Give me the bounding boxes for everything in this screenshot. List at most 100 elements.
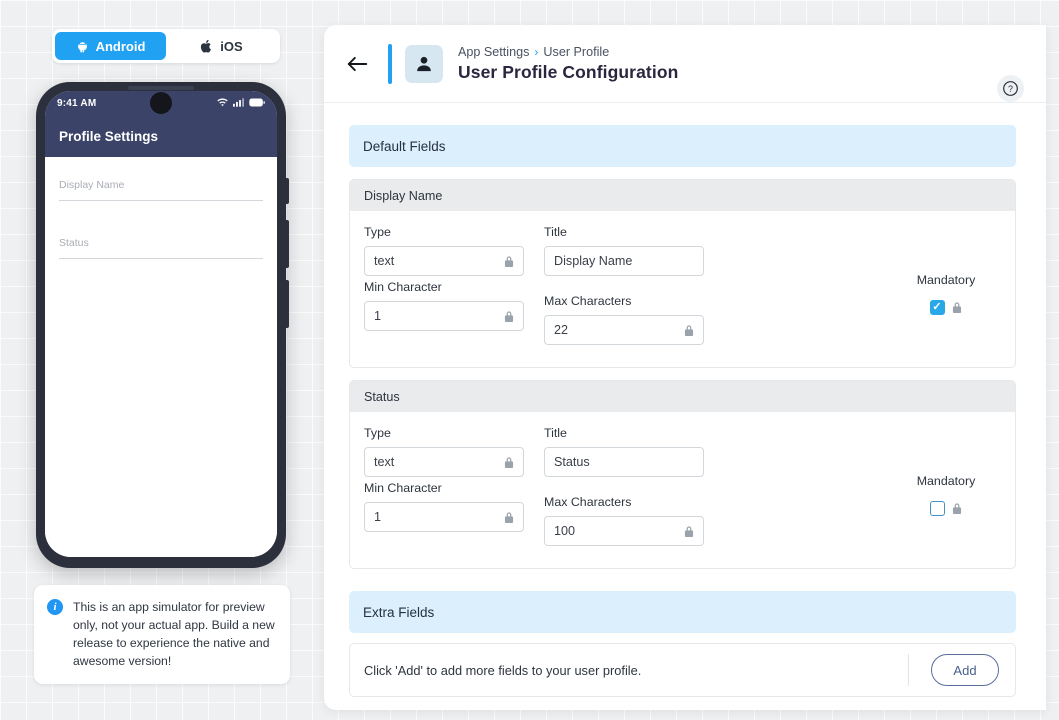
mandatory-label: Mandatory [916, 273, 976, 287]
phone-form-body: Display Name Status [45, 157, 277, 557]
svg-text:?: ? [1008, 84, 1013, 94]
user-avatar-icon [405, 44, 443, 83]
lock-icon [683, 525, 695, 538]
lock-icon [503, 255, 515, 268]
section-banner-default-fields: Default Fields [349, 125, 1016, 167]
help-icon[interactable]: ? [997, 75, 1024, 102]
phone-side-button-mute [286, 178, 289, 204]
field-cell-title: Title Status [544, 426, 704, 477]
extra-fields-card: Click 'Add' to add more fields to your u… [349, 643, 1016, 697]
field-card-header: Display Name [350, 180, 1015, 211]
lock-icon [951, 502, 963, 515]
add-field-button[interactable]: Add [931, 654, 999, 686]
lock-icon [503, 310, 515, 323]
field-label-title: Title [544, 426, 567, 440]
apple-logo-icon [200, 39, 213, 54]
phone-app-bar: Profile Settings [45, 115, 277, 157]
lock-icon [683, 324, 695, 337]
field-card-status: Status Type text Title Status Min Charac… [349, 380, 1016, 569]
header-text-group: App Settings › User Profile User Profile… [458, 45, 678, 83]
section-banner-label: Default Fields [363, 138, 446, 154]
breadcrumb: App Settings › User Profile [458, 45, 678, 59]
lock-icon [503, 456, 515, 469]
field-label-max-characters: Max Characters [544, 495, 632, 509]
field-cell-type: Type text [364, 225, 524, 276]
platform-tab-ios-label: iOS [220, 38, 243, 54]
input-type-value: text [374, 455, 395, 469]
field-cell-title: Title Display Name [544, 225, 704, 276]
input-max-characters[interactable]: 22 [544, 315, 704, 345]
mandatory-column: Mandatory [891, 426, 1001, 550]
field-label-title: Title [544, 225, 567, 239]
field-card-header: Status [350, 381, 1015, 412]
input-min-character-value: 1 [374, 510, 382, 524]
input-max-characters-value: 100 [554, 524, 576, 538]
info-icon: i [47, 599, 63, 615]
field-cell-min-character: Min Character 1 [364, 481, 524, 546]
phone-simulator-frame: 9:41 AM Profile Settings Display Name St… [36, 82, 289, 568]
section-banner-label: Extra Fields [363, 604, 435, 620]
signal-bars-icon [233, 94, 244, 112]
phone-field-label: Status [59, 237, 89, 249]
battery-icon [249, 94, 265, 112]
lock-icon [951, 301, 963, 314]
phone-side-button-volume-down [286, 280, 289, 328]
platform-toggle[interactable]: Android iOS [52, 29, 280, 63]
phone-field-underline [59, 200, 263, 201]
mandatory-checkbox[interactable]: ✓ [929, 300, 945, 315]
page-title: User Profile Configuration [458, 61, 679, 82]
back-arrow-icon[interactable] [340, 47, 374, 81]
platform-tab-ios[interactable]: iOS [166, 32, 277, 60]
wifi-icon [217, 94, 228, 112]
phone-field-label: Display Name [59, 179, 125, 191]
input-type[interactable]: text [364, 246, 524, 276]
breadcrumb-root[interactable]: App Settings [458, 45, 529, 59]
section-banner-extra-fields: Extra Fields [349, 591, 1016, 633]
input-title-value: Display Name [554, 254, 633, 268]
input-min-character-value: 1 [374, 309, 382, 323]
field-label-min-character: Min Character [364, 481, 442, 495]
input-max-characters[interactable]: 100 [544, 516, 704, 546]
field-label-min-character: Min Character [364, 280, 442, 294]
input-min-character[interactable]: 1 [364, 301, 524, 331]
phone-field-display-name[interactable]: Display Name [59, 179, 263, 201]
field-cell-max-characters: Max Characters 22 [544, 294, 704, 345]
phone-camera-notch [150, 92, 172, 114]
simulator-info-text: This is an app simulator for preview onl… [73, 600, 275, 668]
input-min-character[interactable]: 1 [364, 502, 524, 532]
input-type-value: text [374, 254, 395, 268]
field-card-body: Type text Title [350, 412, 1015, 568]
field-card-title: Status [364, 389, 400, 404]
vertical-divider [908, 654, 909, 686]
simulator-column: Android iOS 9:41 AM Profile Settings Dis… [0, 0, 320, 720]
phone-status-time: 9:41 AM [57, 97, 97, 109]
phone-field-status[interactable]: Status [59, 237, 263, 259]
field-label-type: Type [364, 225, 391, 239]
field-card-title: Display Name [364, 188, 443, 203]
fields-grid: Type text Title [364, 225, 891, 349]
header-accent-bar [388, 43, 392, 84]
input-title[interactable]: Display Name [544, 246, 704, 276]
panel-body: Default Fields Display Name Type text Ti… [324, 103, 1046, 710]
field-card-display-name: Display Name Type text Title Display Nam… [349, 179, 1016, 368]
configuration-panel: App Settings › User Profile User Profile… [324, 25, 1046, 710]
breadcrumb-current: User Profile [543, 44, 610, 59]
simulator-info-callout: i This is an app simulator for preview o… [34, 585, 290, 684]
phone-status-bar: 9:41 AM [45, 91, 277, 115]
platform-tab-android[interactable]: Android [55, 32, 166, 60]
phone-side-button-volume-up [286, 220, 289, 268]
mandatory-row: ✓ [929, 300, 963, 315]
phone-speaker-grille [128, 86, 194, 90]
phone-status-icon-group [217, 94, 265, 112]
phone-field-underline [59, 258, 263, 259]
android-robot-icon [76, 40, 89, 53]
panel-header: App Settings › User Profile User Profile… [324, 25, 1046, 103]
field-cell-min-character: Min Character 1 [364, 280, 524, 345]
input-title[interactable]: Status [544, 447, 704, 477]
field-cell-type: Type text [364, 426, 524, 477]
input-type[interactable]: text [364, 447, 524, 477]
fields-grid: Type text Title [364, 426, 891, 550]
chevron-right-icon: › [534, 44, 539, 59]
mandatory-checkbox[interactable] [929, 501, 945, 516]
mandatory-row [929, 501, 963, 516]
